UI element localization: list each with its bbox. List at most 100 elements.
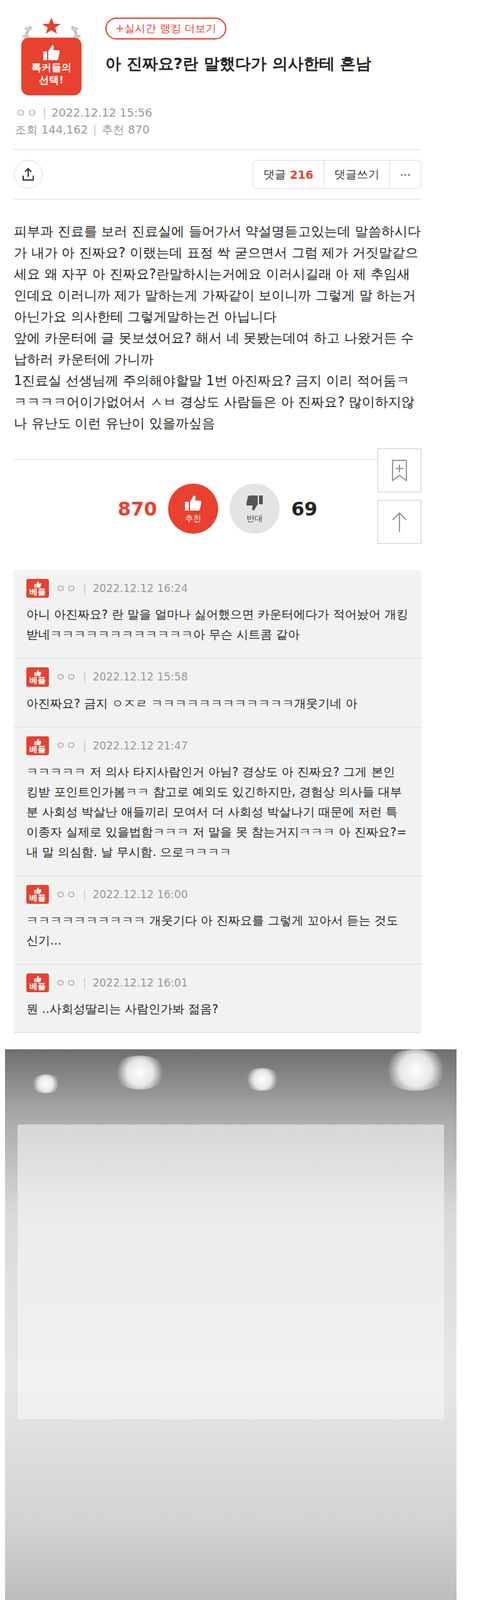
separator: | — [92, 122, 97, 137]
up-count: 870 — [117, 497, 158, 520]
arrow-up-icon — [390, 510, 409, 534]
toolbar-group: 댓글216 댓글쓰기 ··· — [252, 159, 422, 189]
badge-label: 베플 — [29, 587, 46, 597]
ceiling-light — [381, 1049, 451, 1091]
upvote-button[interactable]: 추천 — [168, 483, 219, 534]
photo — [5, 1049, 457, 1600]
comment-text: 아진짜요? 금지 ㅇㅈㄹ ㅋㅋㅋㅋㅋㅋㅋㅋㅋㅋㅋㅋ개웃기네 아 — [26, 692, 409, 713]
ranking-link[interactable]: +실시간 랭킹 더보기 — [105, 17, 227, 40]
comment-date: 2022.12.12 16:00 — [92, 887, 189, 901]
write-comment-button[interactable]: 댓글쓰기 — [323, 160, 390, 189]
separator: | — [42, 105, 47, 120]
comment: 베플 ㅇㅇ | 2022.12.12 21:47 ㅋㅋㅋㅋㅋ 저 의사 타지사람인거 아… — [13, 727, 422, 877]
thumbs-up-icon — [40, 42, 63, 62]
comment-text: 뭔 ..사회성딸리는 사람인가봐 젊음? — [26, 998, 409, 1019]
share-icon — [21, 167, 36, 182]
post-date: 2022.12.12 15:56 — [51, 105, 153, 120]
thumbs-up-icon — [33, 886, 43, 894]
body-paragraph: 앞에 카운터에 글 못보셨어요? 해서 네 못봤는데여 하고 나왔거든 수납하러… — [13, 327, 422, 370]
badge-label: 베플 — [29, 893, 46, 903]
views-label: 조회 — [15, 122, 38, 137]
ceiling-light — [111, 1055, 169, 1090]
comment-text: ㅋㅋㅋㅋㅋ 저 의사 타지사람인거 아님? 경상도 아 진짜요? 그게 본인 킹… — [26, 761, 409, 862]
paper-sheet — [17, 1124, 444, 1420]
up-label: 추천 — [184, 512, 202, 525]
down-label: 반대 — [246, 512, 263, 525]
share-button[interactable] — [13, 159, 43, 189]
comment-header: 베플 ㅇㅇ | 2022.12.12 16:01 — [26, 973, 409, 993]
comment-author: ㅇㅇ — [55, 887, 77, 902]
side-buttons — [377, 448, 422, 544]
separator: | — [82, 581, 87, 595]
thumbs-up-icon — [33, 737, 43, 745]
comment-header: 베플 ㅇㅇ | 2022.12.12 15:58 — [26, 667, 409, 687]
thumbs-down-icon — [243, 492, 266, 513]
author: ㅇㅇ — [15, 105, 38, 120]
body-paragraph: 1진료실 선생님께 주의해야할말 1번 아진짜요? 금지 이리 적어둠ㅋㅋㅋㅋㅋ… — [13, 369, 422, 434]
comments-count: 216 — [289, 168, 314, 182]
badge-label: 베플 — [29, 675, 46, 685]
thumbs-up-icon — [33, 580, 43, 588]
body-paragraph: 피부과 진료를 보러 진료실에 들어가서 약설명듣고있는데 말씀하시다가 내가 … — [13, 220, 422, 328]
likes-label: 추천 — [101, 122, 125, 137]
badge-label: 톡커들의 선택! — [26, 61, 77, 87]
post-header: 톡커들의 선택! +실시간 랭킹 더보기아 진짜요?란 말했다가 의사한테 혼남 — [13, 0, 422, 96]
comment-date: 2022.12.12 21:47 — [92, 739, 189, 752]
separator: | — [82, 670, 87, 683]
comment-author: ㅇㅇ — [55, 581, 77, 596]
badge-label: 베플 — [29, 744, 46, 754]
thumbs-up-icon — [33, 668, 43, 676]
comment-author: ㅇㅇ — [55, 975, 77, 991]
best-badge: 베플 — [26, 884, 49, 904]
write-label: 댓글쓰기 — [334, 166, 380, 182]
post-meta: ㅇㅇ|2022.12.12 15:56조회 144,162|추천 870 — [13, 95, 422, 150]
ceiling-light — [243, 1067, 281, 1091]
comment-author: ㅇㅇ — [55, 669, 77, 685]
comment: 베플 ㅇㅇ | 2022.12.12 15:58 아진짜요? 금지 ㅇㅈㄹ ㅋㅋㅋㅋㅋㅋ… — [13, 658, 422, 727]
thumbs-up-icon — [33, 974, 43, 982]
comment-header: 베플 ㅇㅇ | 2022.12.12 16:24 — [26, 578, 409, 598]
vote-area: 870 추천 반대 69 — [13, 459, 422, 564]
title-area: +실시간 랭킹 더보기아 진짜요?란 말했다가 의사한테 혼남 — [105, 12, 422, 96]
comment: 베플 ㅇㅇ | 2022.12.12 16:24 아니 아진짜요? 란 말을 얼마나 싫… — [13, 570, 422, 659]
comment-author: ㅇㅇ — [55, 738, 77, 753]
comments-button[interactable]: 댓글216 — [253, 160, 324, 189]
vote-buttons: 870 추천 반대 69 — [117, 483, 318, 534]
separator: | — [82, 739, 87, 752]
comment: 베플 ㅇㅇ | 2022.12.12 16:00 ㅋㅋㅋㅋㅋㅋㅋㅋㅋㅋ 개웃기다 아 진… — [13, 876, 422, 965]
comment-header: 베플 ㅇㅇ | 2022.12.12 21:47 — [26, 736, 409, 755]
best-badge: 베플 — [26, 736, 49, 755]
post-title: 아 진짜요?란 말했다가 의사한테 혼남 — [105, 53, 422, 75]
comment-date: 2022.12.12 15:58 — [92, 670, 189, 683]
thumbs-up-icon — [182, 492, 204, 513]
comment-text: ㅋㅋㅋㅋㅋㅋㅋㅋㅋㅋ 개웃기다 아 진짜요를 그렇게 꼬아서 듣는 것도 신기.… — [26, 909, 409, 951]
ceiling-light — [30, 1074, 62, 1093]
scroll-top-button[interactable] — [377, 499, 422, 544]
meta-line: 조회 144,162|추천 870 — [15, 121, 422, 138]
post-body: 피부과 진료를 보러 진료실에 들어가서 약설명듣고있는데 말씀하시다가 내가 … — [13, 199, 422, 460]
comment-date: 2022.12.12 16:24 — [92, 581, 189, 595]
separator: | — [82, 976, 87, 989]
post: 톡커들의 선택! +실시간 랭킹 더보기아 진짜요?란 말했다가 의사한테 혼남 ㅇ… — [13, 0, 422, 1033]
comments-label: 댓글 — [263, 166, 286, 182]
separator: | — [82, 887, 87, 901]
best-badge: 베플 — [26, 667, 49, 687]
best-badge: 베플 — [26, 578, 49, 598]
bookmark-button[interactable] — [377, 448, 422, 493]
comment-header: 베플 ㅇㅇ | 2022.12.12 16:00 — [26, 884, 409, 904]
comment-date: 2022.12.12 16:01 — [92, 976, 189, 989]
downvote-button[interactable]: 반대 — [229, 483, 280, 534]
more-label: ··· — [400, 168, 411, 182]
more-button[interactable]: ··· — [389, 160, 421, 189]
post-toolbar: 댓글216 댓글쓰기 ··· — [13, 149, 422, 200]
meta-line: ㅇㅇ | 2022.12.12 15:56 — [15, 104, 422, 122]
badge-label: 베플 — [29, 982, 46, 991]
down-count: 69 — [290, 497, 318, 520]
comment-text: 아니 아진짜요? 란 말을 얼마나 싫어했으면 카운터에다가 적어놨어 개킹받네… — [26, 603, 409, 645]
likes-count: 870 — [127, 122, 150, 137]
comment-list: 베플 ㅇㅇ | 2022.12.12 16:24 아니 아진짜요? 란 말을 얼마나 싫… — [13, 570, 422, 1033]
choice-badge: 톡커들의 선택! — [13, 12, 90, 96]
bookmark-icon — [390, 459, 409, 482]
best-badge: 베플 — [26, 973, 49, 993]
comment: 베플 ㅇㅇ | 2022.12.12 16:01 뭔 ..사회성딸리는 사람인가봐 젊음… — [13, 964, 422, 1033]
